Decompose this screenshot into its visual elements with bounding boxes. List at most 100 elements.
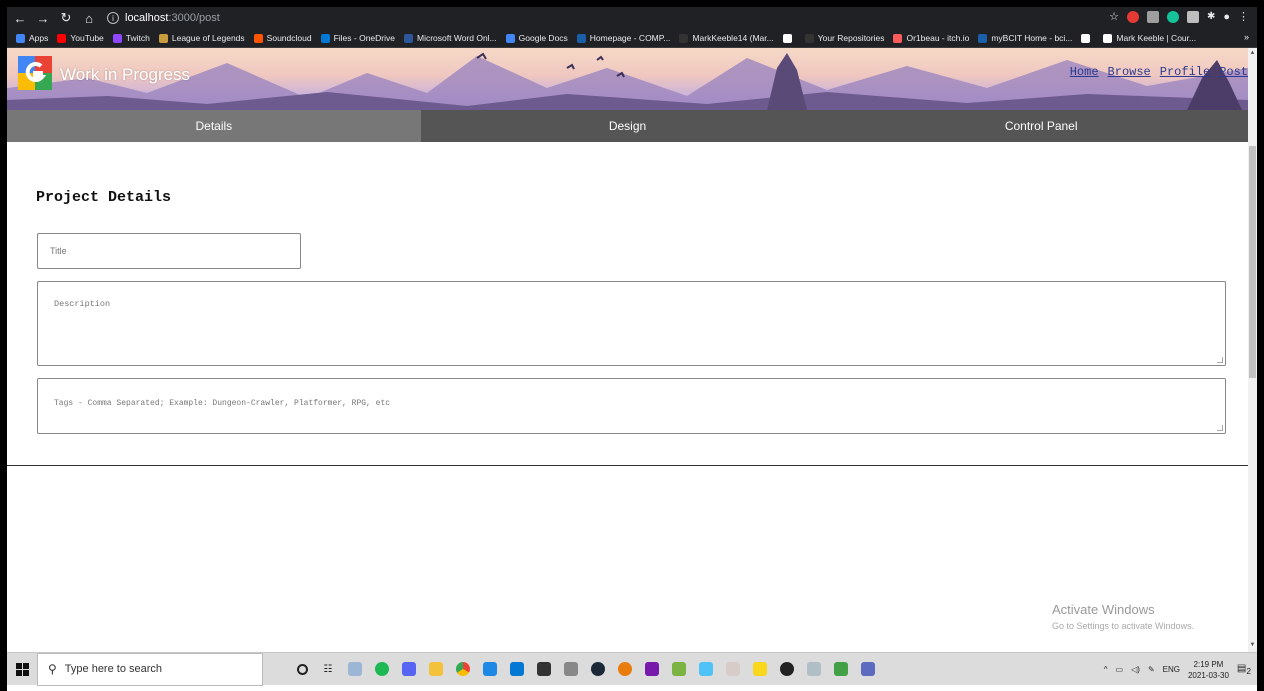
sticky-notes-icon[interactable] xyxy=(753,662,767,676)
file-explorer-icon[interactable] xyxy=(429,662,443,676)
bookmark-favicon-icon xyxy=(112,33,122,43)
profile-avatar[interactable]: ● xyxy=(1223,11,1230,23)
windows-start-icon[interactable] xyxy=(7,653,37,686)
bookmark-item[interactable]: Soundcloud xyxy=(253,33,312,43)
taskbar: ⚲ Type here to search ☷ ^ ▭ ◁) ✎ ENG 2:1… xyxy=(7,652,1257,686)
reload-icon[interactable]: ↻ xyxy=(56,9,76,27)
back-icon[interactable]: ← xyxy=(10,9,30,27)
bookmark-label: Twitch xyxy=(125,33,150,43)
nav-link-home[interactable]: Home xyxy=(1070,65,1099,79)
bookmark-label: Files - OneDrive xyxy=(333,33,395,43)
network-icon[interactable]: ▭ xyxy=(1116,665,1124,674)
chevron-up-icon[interactable]: ^ xyxy=(1104,665,1108,674)
terminal-icon[interactable] xyxy=(537,662,551,676)
menu-dots-icon[interactable]: ⋮ xyxy=(1238,10,1249,23)
app-icon-green[interactable] xyxy=(834,662,848,676)
bookmark-label: Mark Keeble | Cour... xyxy=(1116,33,1197,43)
scroll-down-icon[interactable]: ▼ xyxy=(1249,642,1256,650)
spotify-icon[interactable] xyxy=(375,662,389,676)
app-icon-character[interactable] xyxy=(726,662,740,676)
bookmark-favicon-icon xyxy=(978,33,988,43)
discord-icon[interactable] xyxy=(402,662,416,676)
bookmark-label: Microsoft Word Onl... xyxy=(416,33,497,43)
bookmark-item[interactable]: Mark Keeble | Cour... xyxy=(1103,33,1196,43)
notifications-count: 2 xyxy=(1246,666,1251,676)
nav-link-post[interactable]: Post xyxy=(1219,65,1248,79)
nav-link-profile[interactable]: Profile xyxy=(1160,65,1210,79)
logo[interactable] xyxy=(18,56,52,90)
bookmark-favicon-icon xyxy=(253,33,263,43)
tab-details[interactable]: Details xyxy=(7,110,421,142)
home-icon[interactable]: ⌂ xyxy=(79,9,99,27)
tab-control-panel[interactable]: Control Panel xyxy=(834,110,1248,142)
extension-icon-grammarly[interactable] xyxy=(1166,10,1179,23)
logo-icon xyxy=(18,56,52,90)
bookmark-item[interactable]: Your Repositories xyxy=(804,33,884,43)
bookmark-item[interactable]: Microsoft Word Onl... xyxy=(403,33,497,43)
address-bar[interactable]: i localhost:3000/post xyxy=(107,12,220,24)
app-icon-gray[interactable] xyxy=(807,662,821,676)
chrome-icon[interactable] xyxy=(456,662,470,676)
title-input[interactable]: Title xyxy=(37,233,301,269)
nav-link-browse[interactable]: Browse xyxy=(1108,65,1151,79)
bookmarks-bar: Apps YouTube Twitch League of Legends Soundc… xyxy=(7,29,1257,48)
bookmarks-overflow-icon[interactable]: » xyxy=(1244,32,1249,42)
resize-handle-icon[interactable] xyxy=(1217,425,1223,431)
extension-icon-gray[interactable] xyxy=(1146,10,1159,23)
forward-icon[interactable]: → xyxy=(33,9,53,27)
extension-icon-square[interactable] xyxy=(1186,10,1199,23)
info-icon[interactable]: i xyxy=(107,12,119,24)
steam-icon[interactable] xyxy=(591,662,605,676)
bookmark-item[interactable] xyxy=(782,33,796,43)
description-textarea[interactable]: Description xyxy=(37,281,1226,366)
bookmark-item[interactable]: MarkKeeble14 (Mar... xyxy=(679,33,774,43)
notifications-icon[interactable]: ▤2 xyxy=(1237,663,1251,676)
vscode-icon[interactable] xyxy=(510,662,524,676)
task-view-icon[interactable]: ☷ xyxy=(321,662,335,676)
bookmark-favicon-icon xyxy=(158,33,168,43)
watermark-subtitle: Go to Settings to activate Windows. xyxy=(1052,621,1195,631)
taskbar-search[interactable]: ⚲ Type here to search xyxy=(37,652,263,686)
star-icon[interactable]: ☆ xyxy=(1109,10,1119,23)
bookmark-item[interactable] xyxy=(1081,33,1094,43)
extensions-puzzle-icon[interactable]: ✱ xyxy=(1207,11,1215,22)
bookmark-item[interactable]: myBCIT Home - bci... xyxy=(978,33,1072,43)
bookmark-item[interactable]: Apps xyxy=(16,33,48,43)
app-icon-purple[interactable] xyxy=(861,662,875,676)
onenote-icon[interactable] xyxy=(645,662,659,676)
scrollbar-thumb[interactable] xyxy=(1249,146,1256,378)
bookmark-favicon-icon xyxy=(679,33,689,43)
tags-textarea[interactable]: Tags - Comma Separated; Example: Dungeon… xyxy=(37,378,1226,434)
resize-handle-icon[interactable] xyxy=(1217,357,1223,363)
app-icon-blue[interactable] xyxy=(483,662,497,676)
bookmark-item[interactable]: Twitch xyxy=(112,33,150,43)
system-tray: ^ ▭ ◁) ✎ ENG 2:19 PM 2021-03-30 ▤2 xyxy=(1104,653,1251,686)
site-nav: Home Browse Profile Post xyxy=(1070,65,1248,79)
bookmark-item[interactable]: YouTube xyxy=(57,33,104,43)
app-icon-dark[interactable] xyxy=(780,662,794,676)
page-scrollbar[interactable]: ▲ ▼ xyxy=(1248,48,1257,652)
bookmark-favicon-icon xyxy=(403,33,413,43)
pen-icon[interactable]: ✎ xyxy=(1148,665,1155,674)
volume-icon[interactable]: ◁) xyxy=(1131,665,1140,674)
snipping-tool-icon[interactable] xyxy=(348,662,362,676)
bookmark-item[interactable]: Google Docs xyxy=(505,33,568,43)
bookmark-label: Homepage - COMP... xyxy=(589,33,671,43)
language-indicator[interactable]: ENG xyxy=(1163,665,1180,674)
bookmark-label: League of Legends xyxy=(171,33,245,43)
site-title: Work in Progress xyxy=(60,65,191,84)
app-icon-lightblue[interactable] xyxy=(699,662,713,676)
tab-design[interactable]: Design xyxy=(421,110,835,142)
unity-icon[interactable] xyxy=(564,662,578,676)
cortana-icon[interactable] xyxy=(297,663,308,675)
paint-icon[interactable] xyxy=(672,662,686,676)
scroll-up-icon[interactable]: ▲ xyxy=(1249,50,1256,58)
blender-icon[interactable] xyxy=(618,662,632,676)
extension-icon-red[interactable] xyxy=(1126,10,1139,23)
bookmark-item[interactable]: Files - OneDrive xyxy=(320,33,395,43)
bookmark-item[interactable]: Homepage - COMP... xyxy=(576,33,671,43)
bookmark-label: Apps xyxy=(29,33,49,43)
bookmark-item[interactable]: Or1beau - itch.io xyxy=(893,33,969,43)
clock[interactable]: 2:19 PM 2021-03-30 xyxy=(1188,659,1229,681)
bookmark-item[interactable]: League of Legends xyxy=(158,33,245,43)
